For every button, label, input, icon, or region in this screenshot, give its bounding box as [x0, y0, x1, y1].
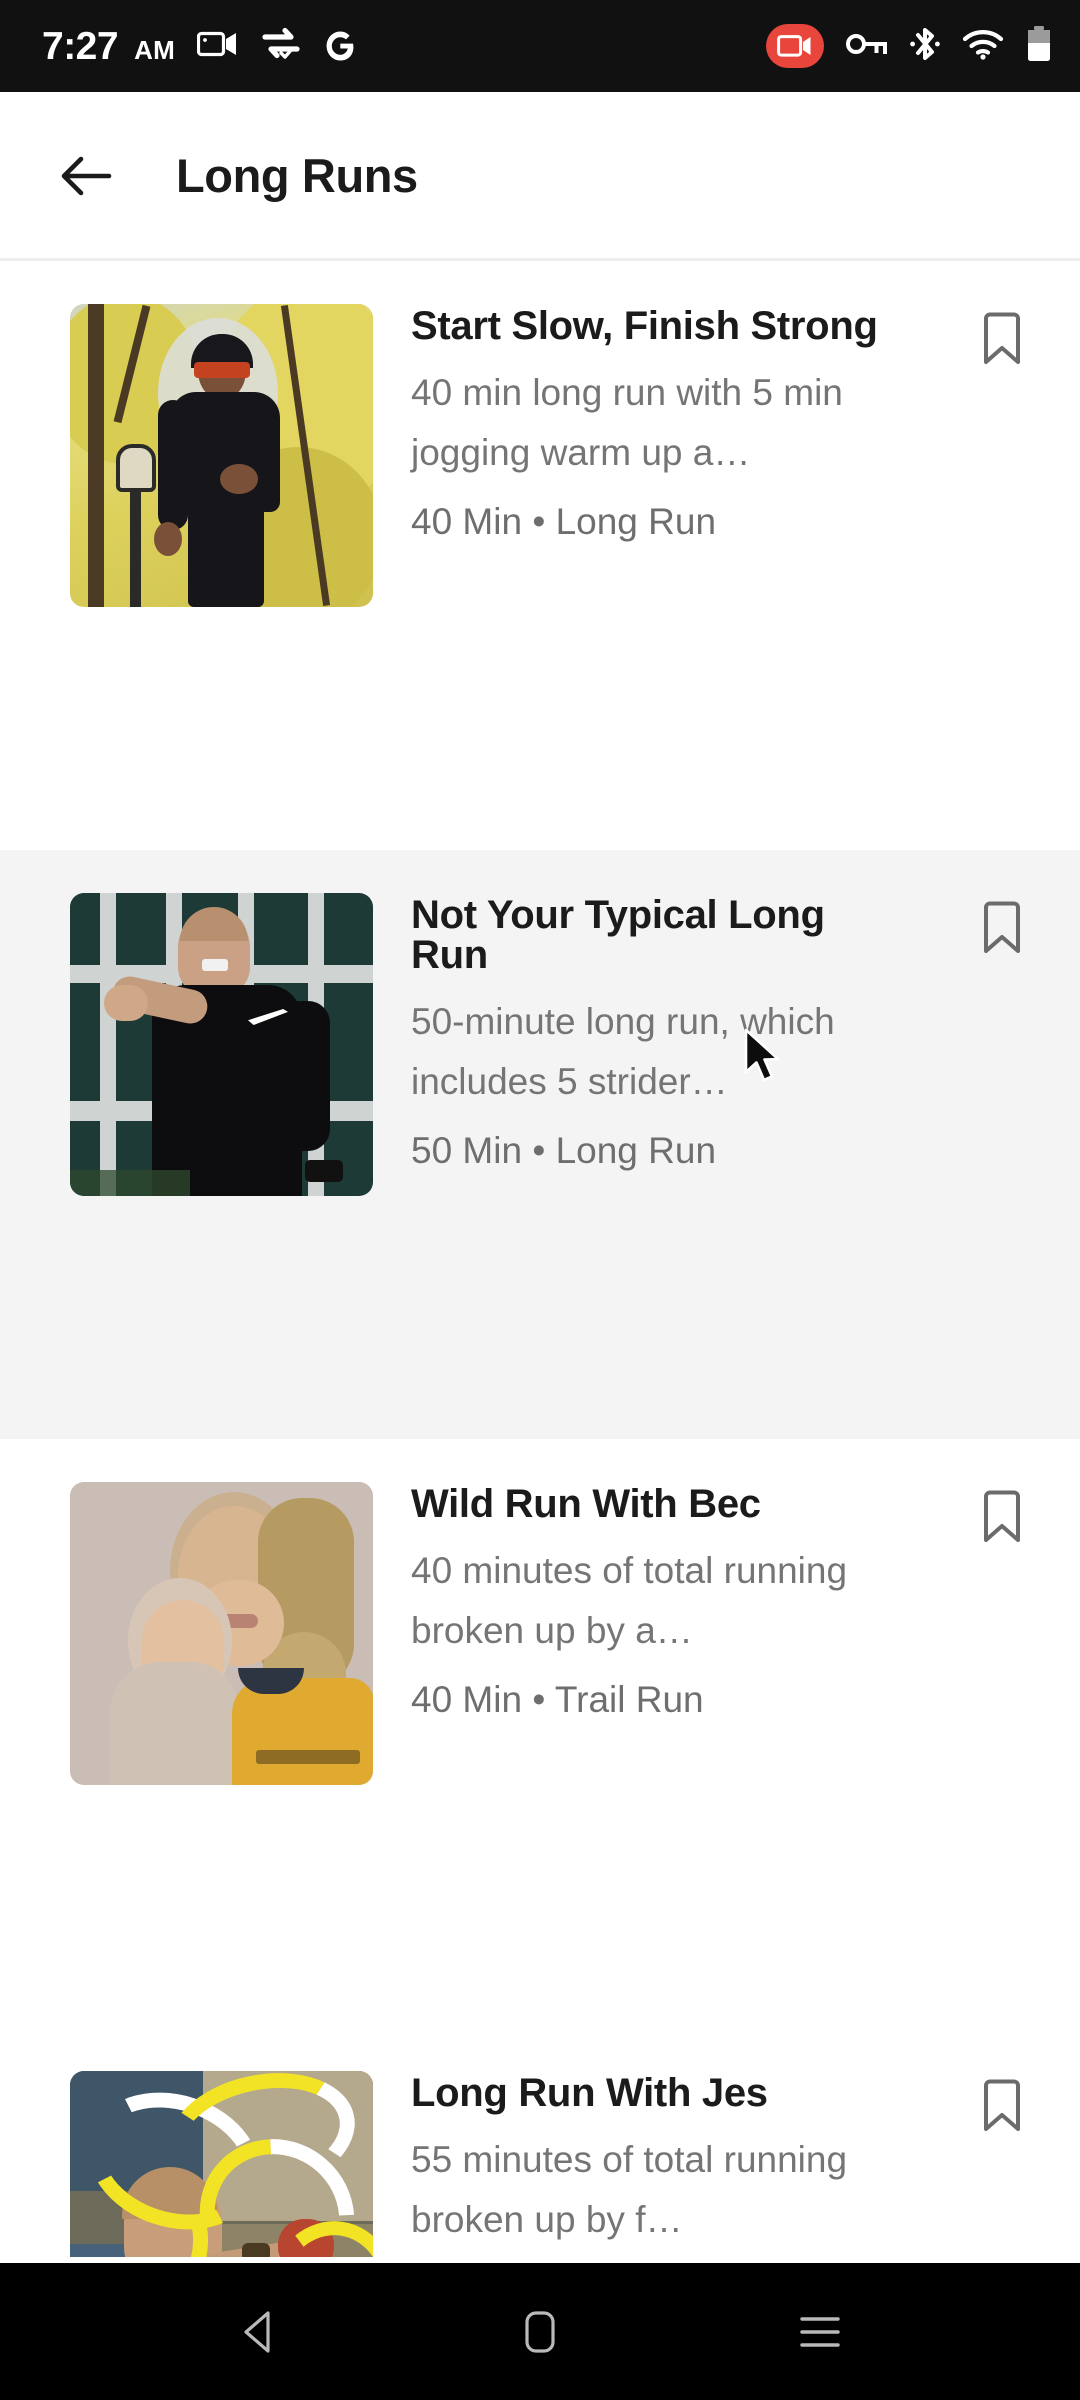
woman-watch-yellow-graphic-art — [70, 2071, 373, 2257]
nav-back-button[interactable] — [195, 2282, 325, 2382]
back-button[interactable] — [38, 128, 134, 224]
google-icon — [323, 26, 357, 67]
list-item-title: Long Run With Jes — [411, 2071, 768, 2115]
bluetooth-icon — [910, 25, 940, 68]
nav-home-button[interactable] — [475, 2282, 605, 2382]
list-item-description: 40 minutes of total running broken up by… — [411, 1550, 848, 1651]
status-bar-notification-icons — [197, 26, 357, 67]
page-title: Long Runs — [176, 149, 418, 202]
bookmark-button[interactable] — [954, 304, 1050, 400]
nav-recents-button[interactable] — [755, 2282, 885, 2382]
list-item[interactable]: Start Slow, Finish Strong 40 min long ru… — [0, 261, 1080, 850]
list-item[interactable]: Wild Run With Bec 40 minutes of total ru… — [0, 1439, 1080, 2028]
list-item-meta: 50 Min • Long Run — [411, 1129, 717, 1171]
list-item-description: 40 min long run with 5 min jogging warm … — [411, 372, 843, 473]
status-bar-clock: 7:27 — [42, 24, 119, 68]
workout-list[interactable]: Start Slow, Finish Strong 40 min long ru… — [0, 261, 1080, 2257]
bookmark-button[interactable] — [954, 893, 1050, 989]
status-bar: 7:27 AM — [0, 0, 1080, 92]
app-bar: Long Runs — [0, 92, 1080, 259]
battery-icon — [1026, 25, 1052, 68]
list-item-text: Not Your Typical Long Run 50-minute long… — [411, 893, 954, 1173]
list-item-title: Start Slow, Finish Strong — [411, 304, 878, 348]
list-item-title: Not Your Typical Long Run — [411, 893, 825, 977]
list-item[interactable]: Long Run With Jes 55 minutes of total ru… — [0, 2028, 1080, 2257]
list-item-thumbnail — [70, 893, 373, 1196]
screen-record-icon — [197, 29, 239, 64]
bookmark-button[interactable] — [954, 2071, 1050, 2167]
recents-menu-icon — [800, 2316, 840, 2347]
back-arrow-icon — [61, 156, 112, 195]
list-item-meta: 40 Min • Long Run — [411, 500, 717, 542]
bookmark-outline-icon — [984, 312, 1020, 364]
status-bar-system-icons — [766, 24, 1052, 68]
list-item-thumbnail — [70, 2071, 373, 2257]
wifi-icon — [962, 28, 1004, 65]
status-bar-ampm: AM — [134, 34, 176, 65]
list-item-description: 50-minute long run, which includes 5 str… — [411, 1001, 835, 1102]
list-item-description: 55 minutes of total running broken up by… — [411, 2139, 848, 2240]
home-square-icon — [525, 2310, 555, 2353]
bookmark-outline-icon — [984, 2079, 1020, 2131]
android-navigation-bar — [0, 2263, 1080, 2400]
list-item-thumbnail — [70, 1482, 373, 1785]
list-item[interactable]: Not Your Typical Long Run 50-minute long… — [0, 850, 1080, 1439]
runner-autumn-trees-art — [70, 304, 373, 607]
bookmark-outline-icon — [984, 1490, 1020, 1542]
bookmark-button[interactable] — [954, 1482, 1050, 1578]
recording-active-icon — [766, 24, 824, 68]
two-women-hugging-art — [70, 1482, 373, 1785]
back-triangle-icon — [244, 2310, 270, 2353]
list-item-thumbnail — [70, 304, 373, 607]
list-item-text: Long Run With Jes 55 minutes of total ru… — [411, 2071, 954, 2257]
list-item-meta: 40 Min • Trail Run — [411, 1678, 704, 1720]
list-item-text: Wild Run With Bec 40 minutes of total ru… — [411, 1482, 954, 1722]
status-bar-left: 7:27 AM — [42, 27, 175, 66]
vpn-key-icon — [846, 31, 888, 62]
bookmark-outline-icon — [984, 901, 1020, 953]
coach-pointing-window-art — [70, 893, 373, 1196]
data-saver-icon — [261, 27, 301, 66]
phone-screen: 7:27 AM Long Runs Start Slow, Finish Str… — [0, 0, 1080, 2400]
list-item-text: Start Slow, Finish Strong 40 min long ru… — [411, 304, 954, 544]
list-item-title: Wild Run With Bec — [411, 1482, 761, 1526]
